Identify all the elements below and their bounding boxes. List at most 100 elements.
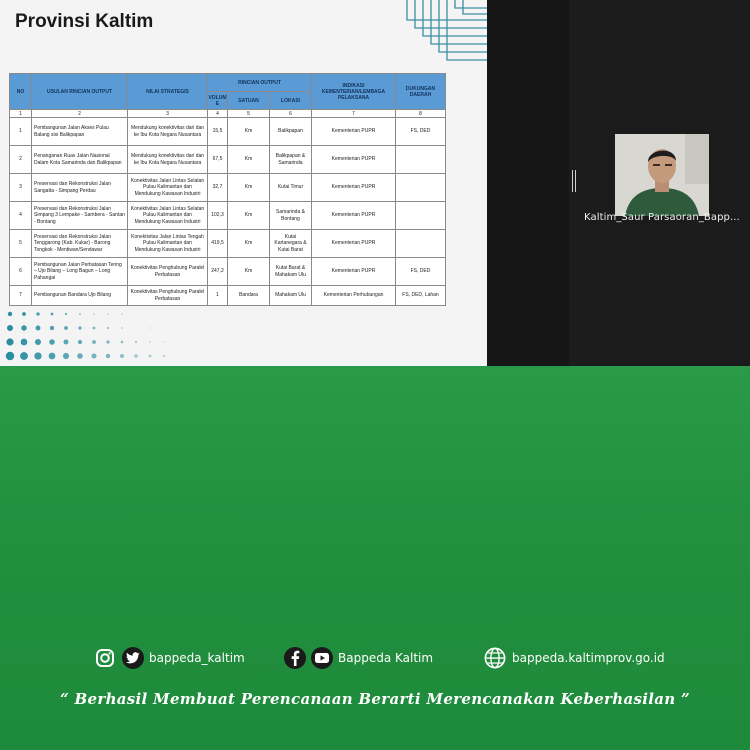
decorative-dot [5,351,15,361]
decorative-dot-grid [5,311,166,361]
participant-video-tile[interactable] [615,134,709,216]
cell-no: 1 [9,117,32,146]
decorative-dot [7,311,13,317]
decorative-dot [120,354,124,358]
decorative-dot [20,352,28,360]
decorative-dot [22,312,26,316]
header-satuan: SATUAN [227,91,270,110]
cell-usulan: Preservasi dan Rekonstruksi Jalan Sangat… [31,173,128,202]
facebook-icon [284,647,306,669]
cell-satuan: Km [227,229,270,258]
table-row: 5 Preservasi dan Rekonstruksi Jalan Teng… [9,229,446,258]
decorative-dot [93,313,95,315]
decorative-dot [49,325,55,331]
decorative-dot [135,327,137,329]
cell-kementerian: Kementerian PUPR [311,229,396,258]
decorative-dot [106,340,110,344]
website-url: bappeda.kaltimprov.go.id [512,651,665,665]
website-group[interactable]: bappeda.kaltimprov.go.id [484,644,665,672]
cell-no: 3 [9,173,32,202]
cell-usulan: Pembangunan Jalan Perbatasan Tering – Uj… [31,257,128,286]
cell-volume: 102,3 [207,201,228,230]
youtube-icon [311,647,333,669]
header-usulan: USULAN RINCIAN OUTPUT [31,73,128,110]
header-lokasi: LOKASI [269,91,312,110]
decorative-lines [406,0,487,61]
header-rincian-output: RINCIAN OUTPUT [207,73,312,92]
column-number: 4 [207,109,228,118]
decorative-dot [35,325,41,331]
cell-satuan: Km [227,257,270,286]
header-volume: VOLUM E [207,91,228,110]
cell-dukungan: FS, DED [395,257,446,286]
cell-kementerian: Kementerian PUPR [311,173,396,202]
shared-presentation-slide: Provinsi Kaltim NO USULAN RINCIAN OUTPUT… [0,0,487,366]
decorative-dot [64,312,68,316]
cell-volume: 67,5 [207,145,228,174]
table-row: 2 Penanganan Ruas Jalan Nasional Dalam K… [9,145,446,174]
decorative-dot [121,313,123,315]
decorative-dot [64,326,68,330]
decorative-dot [105,353,111,359]
decorative-dot [6,338,14,346]
decorative-dot [7,325,13,331]
screen-share-margin [487,0,569,366]
cell-kementerian: Kementerian PUPR [311,201,396,230]
cell-nilai: Konektivitas Penghubung Paralel Perbatas… [127,257,208,286]
decorative-dot [163,341,165,343]
cell-dukungan [395,229,446,258]
decorative-dot [36,312,40,316]
decorative-dot [20,338,28,346]
header-indikasi: INDIKASI KEMENTERIAN/LEMBAGA PELAKSANA [311,73,396,110]
cell-dukungan: FS, DED, Lahan [395,285,446,306]
twitter-icon [122,647,144,669]
cell-lokasi: Balikpapan [269,117,312,146]
facebook-youtube-group[interactable]: Bappeda Kaltim [284,644,433,672]
cell-lokasi: Balikpapan & Samarinda [269,145,312,174]
facebook-youtube-handle: Bappeda Kaltim [338,651,434,665]
table-row: 3 Preservasi dan Rekonstruksi Jalan Sang… [9,173,446,202]
cell-lokasi: Kutai Kartanegara & Kutai Barat [269,229,312,258]
cell-volume: 247,2 [207,257,228,286]
decorative-dot [50,312,54,316]
cell-usulan: Preservasi dan Rekonstruksi Jalan Simpan… [31,201,128,230]
cell-no: 6 [9,257,32,286]
decorative-dot [77,339,83,345]
cell-nilai: Konektivitas Jalan Lintas Selatan Pulau … [127,173,208,202]
decorative-dot [77,353,83,359]
participant-avatar [615,134,709,216]
footer-tagline: “ Berhasil Membuat Perencanaan Berarti M… [60,690,690,708]
cell-lokasi: Kutai Barat & Mahakam Ulu [269,257,312,286]
column-number: 6 [269,109,312,118]
table-row: 1 Pembangunan Jalan Akses Pulau Balang s… [9,117,446,146]
cell-volume: 419,5 [207,229,228,258]
instagram-twitter-handle: bappeda_kaltim [149,651,245,665]
decorative-dot [149,341,151,343]
decorative-dot [162,354,166,358]
decorative-dot [121,327,123,329]
header-no: NO [9,73,32,110]
decorative-dot [62,352,70,360]
rincian-output-table: NO USULAN RINCIAN OUTPUT NILAI STRATEGIS… [9,73,446,306]
cell-usulan: Pembangunan Jalan Akses Pulau Balang sis… [31,117,128,146]
cell-nilai: Mendukung konektivitas dari dan ke Ibu K… [127,145,208,174]
decorative-dot [92,340,96,344]
cell-volume: 32,7 [207,173,228,202]
cell-no: 4 [9,201,32,230]
cell-usulan: Penanganan Ruas Jalan Nasional Dalam Kot… [31,145,128,174]
decorative-dot [107,313,109,315]
cell-lokasi: Kutai Timur [269,173,312,202]
cell-kementerian: Kementerian PUPR [311,117,396,146]
social-media-row: bappeda_kaltim Bappeda Kaltim bappeda.ka… [0,644,750,672]
cell-kementerian: Kementerian PUPR [311,145,396,174]
decorative-dot [49,339,55,345]
instagram-twitter-group[interactable]: bappeda_kaltim [94,644,245,672]
cell-nilai: Mendukung konektivitas dari dan ke Ibu K… [127,117,208,146]
header-nilai-strategis: NILAI STRATEGIS [127,73,208,110]
decorative-dot [79,313,81,315]
cell-dukungan: FS, DED [395,117,446,146]
decorative-dot [134,354,138,358]
column-number: 8 [395,109,446,118]
cell-usulan: Preservasi dan Rekonstruksi Jalan Tengga… [31,229,128,258]
cell-lokasi: Mahakam Ulu [269,285,312,306]
